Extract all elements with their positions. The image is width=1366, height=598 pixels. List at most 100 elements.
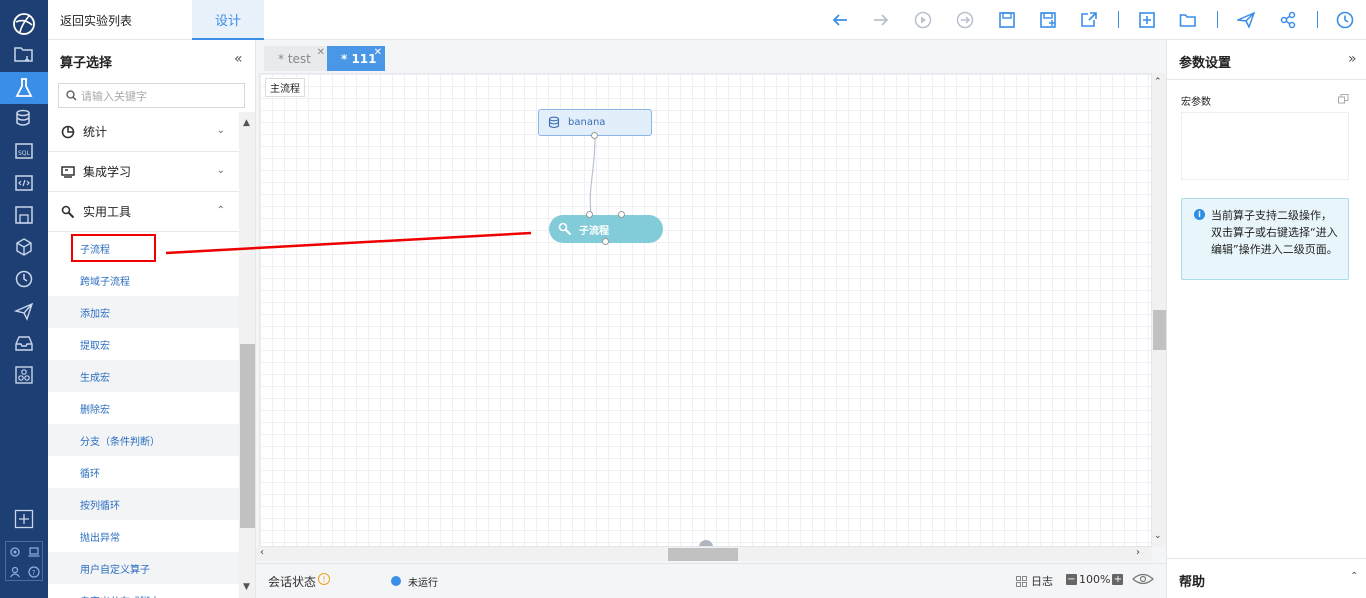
laptop-icon[interactable] [25, 542, 43, 561]
operator-list-scrollbar[interactable]: ▲ ▼ [239, 112, 255, 598]
list-item[interactable]: 生成宏 [48, 360, 239, 392]
close-tab-icon[interactable]: ✕ [317, 47, 325, 58]
logo-icon[interactable] [0, 8, 48, 40]
database-icon[interactable] [0, 103, 48, 135]
help-section[interactable]: 帮助 ⌃ [1167, 558, 1366, 598]
status-dot-icon [391, 576, 401, 586]
node-label: 子流程 [579, 225, 609, 237]
operator-search[interactable] [58, 83, 245, 108]
sql-icon[interactable]: SQL [0, 135, 48, 167]
run-icon[interactable] [911, 8, 935, 32]
copy-icon[interactable] [1338, 93, 1349, 107]
send-plane-icon[interactable] [0, 295, 48, 327]
export-icon[interactable] [1077, 8, 1101, 32]
list-item[interactable]: 用户自定义算子 [48, 552, 239, 584]
log-button[interactable]: 日志 [1016, 573, 1053, 589]
operator-panel-title: 算子选择 [60, 56, 113, 71]
list-item[interactable]: 自定义分布式脚本 [48, 584, 239, 598]
project-folder-icon[interactable] [0, 38, 48, 70]
info-notice: i 当前算子支持二级操作，双击算子或右键选择“进入编辑”操作进入二级页面。 [1181, 198, 1349, 280]
save-icon[interactable] [995, 8, 1019, 32]
list-item[interactable]: 提取宏 [48, 328, 239, 360]
list-item[interactable]: 按列循环 [48, 488, 239, 520]
new-icon[interactable] [1135, 8, 1159, 32]
code-icon[interactable] [0, 167, 48, 199]
experiment-flask-icon[interactable] [0, 72, 48, 104]
zoom-level: 100% [1079, 573, 1111, 586]
flow-canvas[interactable]: 主流程 banana 子流程 [259, 73, 1152, 547]
add-square-icon[interactable] [0, 503, 48, 535]
edge-banana-to-subflow [589, 135, 596, 215]
utility-operator-items: 子流程 跨域子流程 添加宏 提取宏 生成宏 删除宏 分支（条件判断） 循环 按列… [48, 234, 239, 598]
category-utilities[interactable]: 实用工具 ⌃ [48, 192, 239, 232]
user-icon[interactable] [6, 562, 24, 581]
eye-icon[interactable] [1132, 572, 1154, 589]
chevron-up-icon: ⌃ [216, 205, 225, 216]
cluster-icon[interactable] [0, 359, 48, 391]
chevron-left-icon[interactable]: ‹ [260, 547, 264, 558]
back-to-experiment-list-link[interactable]: 返回实验列表 [60, 12, 132, 29]
scrollbar-thumb[interactable] [240, 344, 255, 528]
input-port[interactable] [586, 211, 593, 218]
edge-layer [589, 135, 596, 215]
run-from-here-icon[interactable] [953, 8, 977, 32]
list-item[interactable]: 添加宏 [48, 296, 239, 328]
warning-icon[interactable]: ! [318, 573, 330, 585]
utility-icon-grid: ? [5, 541, 43, 581]
search-input[interactable] [81, 87, 241, 105]
model-save-icon[interactable] [0, 199, 48, 231]
history-clock-icon[interactable] [0, 263, 48, 295]
macro-params-box[interactable] [1181, 112, 1349, 180]
chevron-right-icon[interactable]: › [1136, 547, 1140, 558]
nav-rail: SQL ? [0, 0, 48, 598]
search-icon [66, 90, 77, 104]
status-bar: 会话状态 ! 未运行 日志 − 100% + [256, 563, 1166, 598]
inbox-icon[interactable] [0, 327, 48, 359]
canvas-vertical-scrollbar[interactable]: ⌃ ⌄ [1152, 73, 1166, 547]
operator-item-subflow[interactable]: 子流程 [71, 234, 156, 262]
canvas-horizontal-scrollbar[interactable]: ‹ › [256, 547, 1152, 561]
publish-icon[interactable] [1234, 8, 1258, 32]
zoom-in-button[interactable]: + [1112, 574, 1124, 585]
list-item[interactable]: 循环 [48, 456, 239, 488]
collapse-panel-icon[interactable]: « [234, 51, 243, 67]
category-statistics[interactable]: 统计 ⌄ [48, 112, 239, 152]
info-icon: i [1194, 209, 1205, 220]
scrollbar-thumb[interactable] [1153, 310, 1166, 350]
save-as-icon[interactable] [1036, 8, 1060, 32]
history-icon[interactable] [1333, 8, 1357, 32]
close-tab-icon[interactable]: ✕ [374, 47, 382, 58]
expand-panel-icon[interactable]: » [1348, 51, 1357, 67]
chevron-down-icon[interactable]: ⌄ [1154, 531, 1162, 541]
output-port[interactable] [591, 132, 598, 139]
scroll-up-icon[interactable]: ▲ [243, 118, 250, 128]
undo-icon[interactable] [828, 8, 852, 32]
output-port[interactable] [602, 238, 609, 245]
tab-111[interactable]: * 111 ✕ [327, 46, 385, 71]
cube-icon[interactable] [0, 231, 48, 263]
chevron-up-icon[interactable]: ⌃ [1154, 77, 1162, 87]
redo-icon[interactable] [869, 8, 893, 32]
wrench-icon [558, 222, 572, 236]
top-bar: 返回实验列表 设计 [48, 0, 1366, 40]
scrollbar-thumb[interactable] [668, 548, 738, 561]
settings-icon[interactable] [6, 542, 24, 561]
list-item[interactable]: 分支（条件判断） [48, 424, 239, 456]
share-icon[interactable] [1276, 8, 1300, 32]
main-flow-breadcrumb[interactable]: 主流程 [265, 78, 305, 97]
tab-test[interactable]: * test ✕ [264, 46, 328, 71]
list-item[interactable]: 抛出异常 [48, 520, 239, 552]
minimap-toggle[interactable] [699, 540, 713, 546]
operator-panel: 算子选择 « 统计 ⌄ 集成学习 ⌄ 实用工具 ⌃ [48, 40, 256, 598]
help-title: 帮助 [1179, 575, 1206, 590]
zoom-out-button[interactable]: − [1066, 574, 1077, 585]
list-item[interactable]: 跨域子流程 [48, 264, 239, 296]
category-ensemble-learning[interactable]: 集成学习 ⌄ [48, 152, 239, 192]
monitor-icon [61, 164, 77, 180]
list-item[interactable]: 删除宏 [48, 392, 239, 424]
input-port[interactable] [618, 211, 625, 218]
open-folder-icon[interactable] [1176, 8, 1200, 32]
help-circle-icon[interactable]: ? [25, 562, 43, 581]
tab-design[interactable]: 设计 [192, 0, 264, 40]
scroll-down-icon[interactable]: ▼ [243, 582, 250, 592]
